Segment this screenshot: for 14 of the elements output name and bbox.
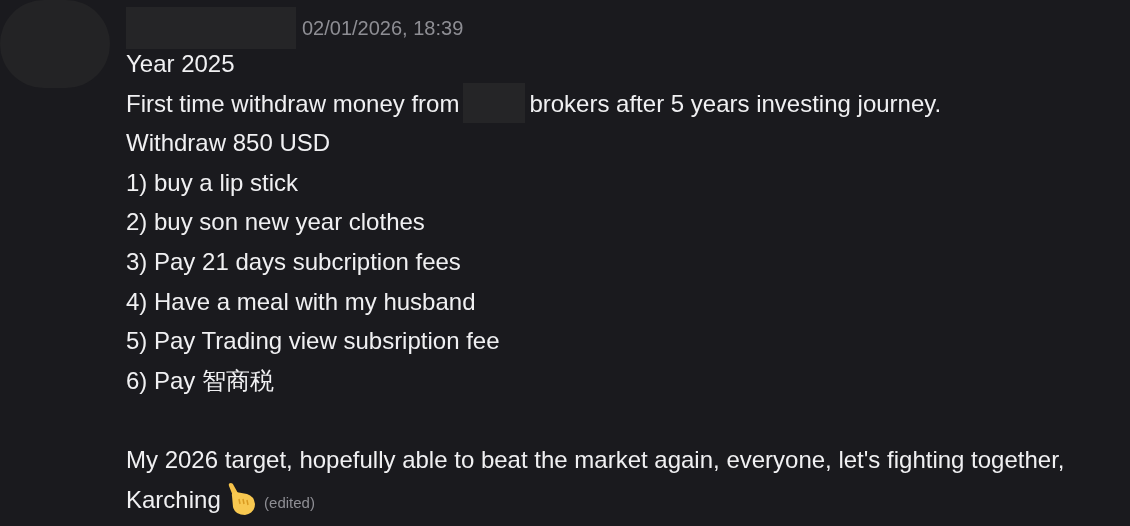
message-line: brokers after 5 years investing journey.	[529, 88, 942, 119]
timestamp: 02/01/2026, 18:39	[302, 16, 464, 41]
edited-label: (edited)	[264, 493, 315, 511]
message-line: Withdraw 850 USD	[126, 128, 331, 159]
message-text: My 2026 target, hopefully able to beat the market again, everyone, let's fighting together, Karching (edited)	[126, 439, 1111, 523]
message-line: 2) buy son new year clothes	[126, 207, 425, 238]
message-line: 1) buy a lip stick	[126, 167, 299, 198]
message-line: 5) Pay Trading view subsription fee	[126, 326, 500, 357]
message-line: Year 2025	[126, 49, 235, 79]
hand-icon	[227, 481, 258, 516]
message-line: 3) Pay 21 days subcription fees	[126, 246, 461, 277]
message-line: 6) Pay 智商税	[126, 365, 275, 396]
message-line: First time withdraw money from	[126, 88, 460, 119]
message-line: 4) Have a meal with my husband	[126, 286, 476, 317]
